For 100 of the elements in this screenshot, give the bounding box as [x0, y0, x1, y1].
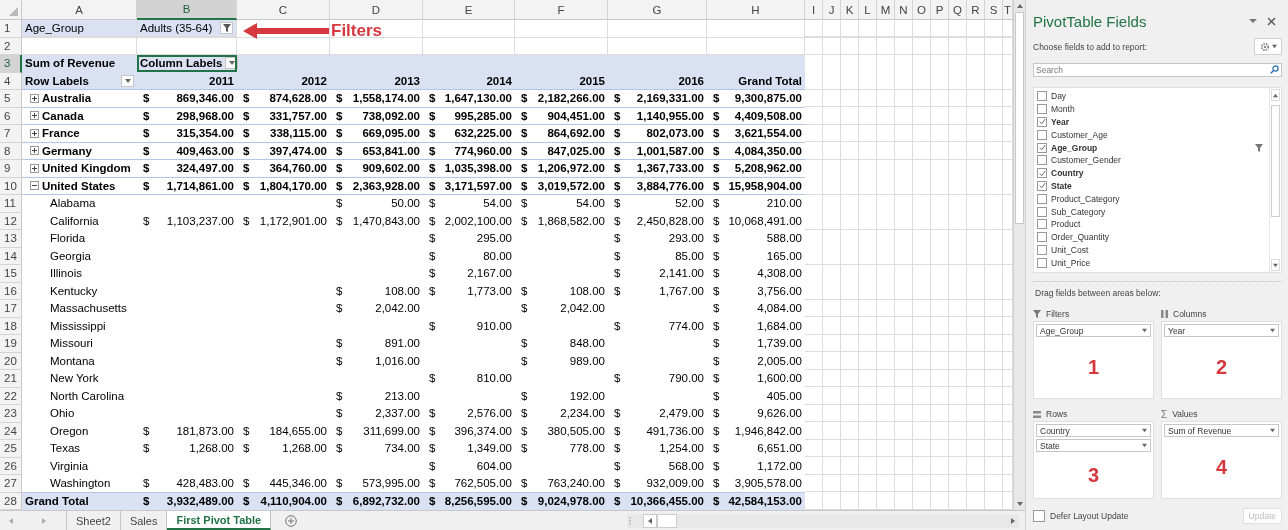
scrollbar-thumb[interactable]: [657, 513, 677, 528]
column-header[interactable]: S: [985, 0, 1003, 20]
row-number[interactable]: 19: [0, 335, 22, 353]
checkbox[interactable]: [1037, 142, 1047, 153]
column-header[interactable]: I: [805, 0, 823, 20]
column-header[interactable]: O: [913, 0, 931, 20]
expand-icon[interactable]: [30, 146, 39, 156]
table-cell-text: $ 210.00: [712, 196, 803, 212]
checkbox[interactable]: [1037, 206, 1047, 217]
checkbox[interactable]: [1037, 129, 1047, 140]
table-cell-text: $ 568.00: [613, 458, 705, 474]
table-cell-text: $ 52.00: [613, 196, 705, 212]
column-header[interactable]: C: [237, 0, 330, 20]
scrollbar-thumb[interactable]: [1271, 105, 1280, 217]
row-number[interactable]: 9: [0, 160, 22, 178]
checkbox[interactable]: [1037, 117, 1047, 127]
checkbox[interactable]: [1037, 155, 1047, 166]
horizontal-scrollbar[interactable]: [627, 513, 1019, 528]
row-number[interactable]: 5: [0, 90, 22, 108]
field-label[interactable]: Age_Group: [1051, 142, 1098, 153]
checkbox[interactable]: [1037, 180, 1047, 191]
expand-icon[interactable]: [30, 111, 39, 121]
field-label[interactable]: Order_Quantity: [1051, 232, 1110, 243]
expand-icon[interactable]: [30, 163, 39, 173]
row-number[interactable]: 25: [0, 440, 22, 458]
field-label[interactable]: Customer_Age: [1051, 129, 1108, 140]
column-header[interactable]: E: [423, 0, 515, 20]
column-header[interactable]: M: [877, 0, 895, 20]
field-label[interactable]: Unit_Price: [1051, 257, 1091, 268]
checkbox[interactable]: [1033, 510, 1045, 522]
table-cell-text: $ 2,141.00: [613, 266, 705, 282]
row-number[interactable]: 1: [0, 20, 22, 38]
field-label[interactable]: Product_Category: [1051, 193, 1120, 204]
checkbox[interactable]: [1037, 232, 1047, 243]
row-number[interactable]: 3: [0, 55, 22, 73]
column-header[interactable]: L: [859, 0, 877, 20]
row-number[interactable]: 13: [0, 230, 22, 248]
add-sheet-icon[interactable]: [285, 514, 298, 527]
row-number[interactable]: 11: [0, 195, 22, 213]
row-number[interactable]: 7: [0, 125, 22, 143]
table-cell-text: $ 1,684.00: [712, 318, 803, 334]
row-number[interactable]: 21: [0, 370, 22, 388]
scroll-left-button[interactable]: [643, 513, 657, 528]
column-header[interactable]: H: [707, 0, 805, 20]
column-header[interactable]: A: [22, 0, 137, 20]
table-cell-text: $ 108.00: [520, 283, 606, 299]
field-label[interactable]: Day: [1051, 91, 1067, 102]
expand-icon[interactable]: [30, 93, 39, 103]
sheet-tab[interactable]: First Pivot Table: [167, 511, 272, 530]
column-header[interactable]: Q: [949, 0, 967, 20]
column-header[interactable]: P: [931, 0, 949, 20]
search-icon[interactable]: [1270, 65, 1279, 74]
filter-dropdown-button[interactable]: [220, 21, 233, 34]
table-cell-text: $ 1,558,174.00: [335, 91, 421, 107]
dropdown-button[interactable]: [225, 57, 239, 70]
field-label[interactable]: Month: [1051, 104, 1075, 115]
field-label[interactable]: State: [1051, 180, 1072, 191]
scrollbar-thumb[interactable]: [1015, 12, 1024, 224]
column-header[interactable]: J: [823, 0, 841, 20]
field-label[interactable]: Sub_Category: [1051, 206, 1106, 217]
column-header[interactable]: N: [895, 0, 913, 20]
row-number[interactable]: 27: [0, 475, 22, 493]
field-label[interactable]: Country: [1051, 168, 1084, 179]
column-header[interactable]: G: [608, 0, 707, 20]
collapse-icon[interactable]: [30, 181, 39, 191]
dropdown-button[interactable]: [121, 74, 134, 87]
field-label[interactable]: Customer_Gender: [1051, 155, 1121, 166]
column-header[interactable]: B: [137, 0, 237, 20]
column-header[interactable]: F: [515, 0, 608, 20]
settings-button[interactable]: [1254, 38, 1282, 55]
field-chip[interactable]: Year: [1164, 324, 1279, 337]
checkbox[interactable]: [1037, 91, 1047, 102]
field-label[interactable]: Year: [1051, 117, 1069, 127]
sheet-tab[interactable]: Sheet2: [67, 511, 121, 530]
checkbox[interactable]: [1037, 244, 1047, 255]
field-chip[interactable]: State: [1036, 439, 1151, 452]
checkbox[interactable]: [1037, 219, 1047, 230]
column-header[interactable]: R: [967, 0, 985, 20]
row-label: Germany: [42, 144, 92, 157]
column-header[interactable]: D: [330, 0, 423, 20]
row-number[interactable]: 17: [0, 300, 22, 318]
field-chip[interactable]: Country: [1036, 424, 1151, 437]
table-cell-text: $ 1,268.00: [142, 441, 235, 457]
checkbox[interactable]: [1037, 104, 1047, 115]
expand-icon[interactable]: [30, 128, 39, 138]
search-field[interactable]: Search: [1033, 63, 1282, 77]
field-chip[interactable]: Age_Group: [1036, 324, 1151, 337]
field-chip[interactable]: Sum of Revenue: [1164, 424, 1279, 437]
field-label[interactable]: Product: [1051, 219, 1081, 230]
checkbox[interactable]: [1037, 257, 1047, 268]
scroll-down-button[interactable]: [1271, 259, 1280, 271]
row-number[interactable]: 23: [0, 405, 22, 423]
row-number[interactable]: 15: [0, 265, 22, 283]
dropdown-icon[interactable]: [1249, 18, 1257, 24]
scroll-up-button[interactable]: [1271, 89, 1280, 101]
close-icon[interactable]: [1267, 16, 1276, 26]
checkbox[interactable]: [1037, 193, 1047, 204]
checkbox[interactable]: [1037, 168, 1047, 179]
field-label[interactable]: Unit_Cost: [1051, 244, 1089, 255]
column-header[interactable]: K: [841, 0, 859, 20]
